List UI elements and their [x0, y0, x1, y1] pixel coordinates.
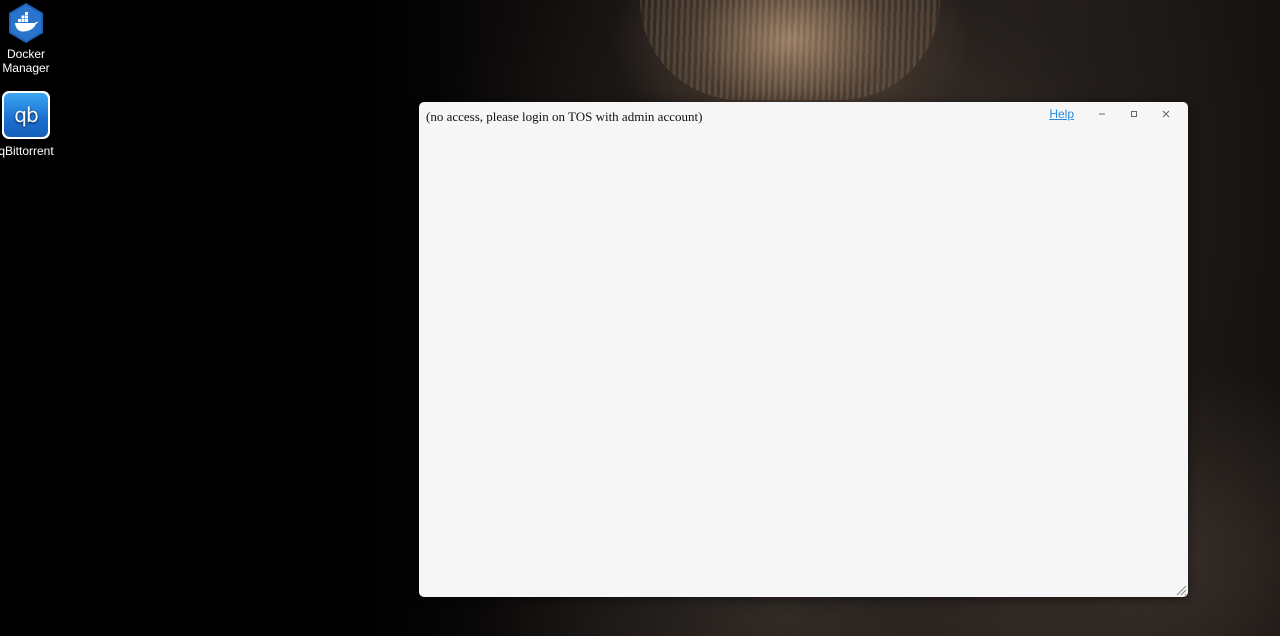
minimize-icon [1099, 113, 1105, 115]
close-icon [1162, 110, 1170, 118]
resize-grip-icon[interactable] [1175, 584, 1187, 596]
maximize-icon [1131, 111, 1137, 117]
desktop-icon-docker-manager[interactable]: Docker Manager [0, 2, 55, 75]
qbittorrent-label: qBittorrent [0, 144, 54, 158]
desktop-icon-qbittorrent[interactable]: qb qBittorrent [0, 91, 55, 158]
app-window[interactable]: (no access, please login on TOS with adm… [419, 102, 1188, 597]
window-controls: Help [1049, 105, 1182, 123]
help-link[interactable]: Help [1049, 107, 1074, 121]
maximize-button[interactable] [1118, 105, 1150, 123]
qbittorrent-glyph: qb [4, 93, 48, 137]
docker-manager-label-line2: Manager [2, 61, 50, 75]
docker-manager-label-line1: Docker [6, 47, 45, 61]
no-access-message: (no access, please login on TOS with adm… [426, 109, 703, 124]
desktop: Docker Manager qb qBittorrent (no access… [0, 0, 1280, 636]
wallpaper-fur-highlight [640, 0, 940, 100]
minimize-button[interactable] [1086, 105, 1118, 123]
docker-whale-icon [9, 3, 43, 43]
close-button[interactable] [1150, 105, 1182, 123]
qbittorrent-icon: qb [2, 91, 50, 139]
